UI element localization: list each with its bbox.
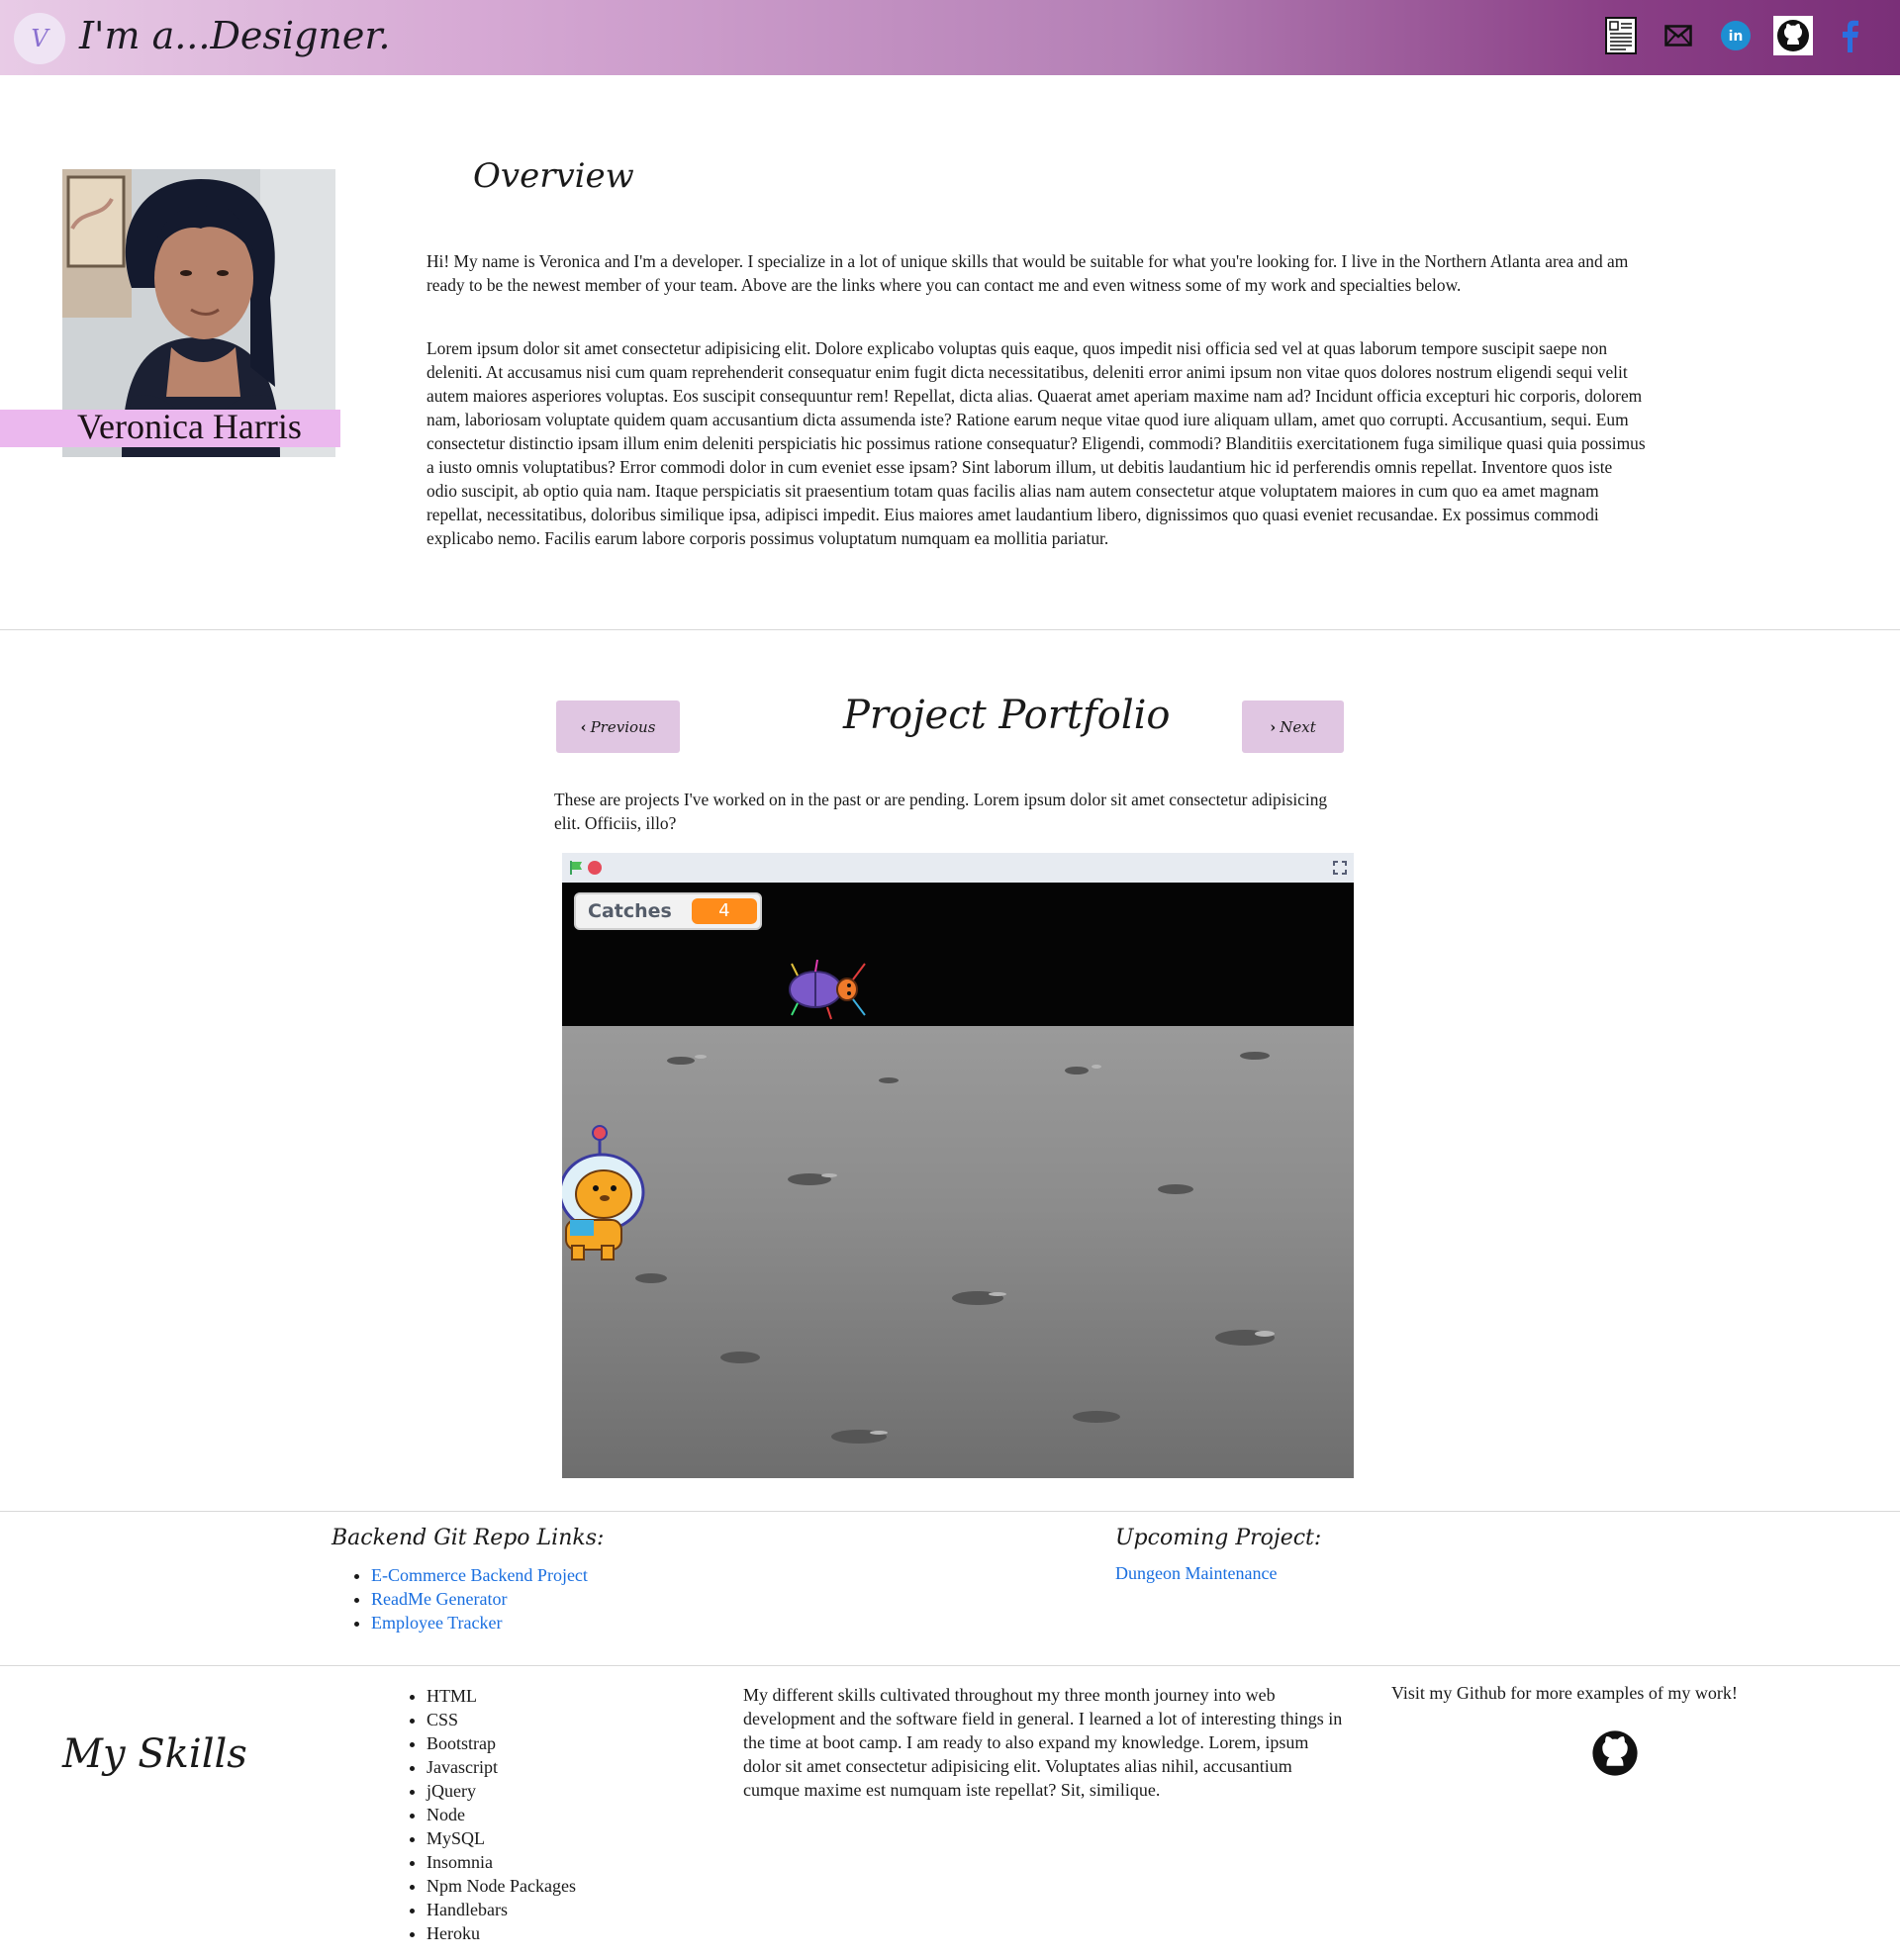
profile-name: Veronica Harris	[77, 407, 302, 446]
linkedin-icon[interactable]: in	[1716, 16, 1756, 55]
list-item: E-Commerce Backend Project	[371, 1563, 588, 1587]
list-item: Npm Node Packages	[427, 1874, 576, 1898]
game-embed[interactable]: Catches 4	[562, 853, 1354, 1478]
facebook-icon[interactable]	[1831, 16, 1870, 55]
backend-links-list: E-Commerce Backend Project ReadMe Genera…	[351, 1563, 588, 1634]
github-note: Visit my Github for more examples of my …	[1391, 1683, 1738, 1703]
portfolio-heading: Project Portfolio	[843, 693, 1171, 738]
section-divider	[0, 1665, 1900, 1666]
list-item: Insomnia	[427, 1850, 576, 1874]
resume-icon[interactable]	[1601, 16, 1641, 55]
list-item: MySQL	[427, 1826, 576, 1850]
next-label: Next	[1280, 717, 1316, 736]
game-toolbar	[562, 853, 1354, 883]
list-item: CSS	[427, 1708, 576, 1731]
skills-list: HTML CSS Bootstrap Javascript jQuery Nod…	[406, 1684, 576, 1945]
list-item: ReadMe Generator	[371, 1587, 588, 1611]
list-item: Employee Tracker	[371, 1611, 588, 1634]
section-divider	[0, 629, 1900, 630]
catches-counter: Catches 4	[574, 892, 762, 930]
list-item: Node	[427, 1803, 576, 1826]
list-item: Bootstrap	[427, 1731, 576, 1755]
next-button[interactable]: › Next	[1242, 700, 1344, 753]
overview-heading: Overview	[473, 156, 634, 196]
github-icon[interactable]	[1591, 1729, 1639, 1777]
overview-body: Lorem ipsum dolor sit amet consectetur a…	[427, 338, 1646, 548]
previous-label: Previous	[590, 717, 656, 736]
green-flag-icon[interactable]	[570, 861, 582, 875]
svg-text:in: in	[1729, 29, 1744, 45]
chevron-left-icon: ‹	[580, 717, 587, 736]
list-item: Javascript	[427, 1755, 576, 1779]
section-divider	[0, 1511, 1900, 1512]
portfolio-description: These are projects I've worked on in the…	[554, 790, 1328, 833]
backend-links-heading: Backend Git Repo Links:	[332, 1526, 605, 1550]
mail-icon[interactable]	[1659, 16, 1698, 55]
list-item: jQuery	[427, 1779, 576, 1803]
ecommerce-backend-link[interactable]: E-Commerce Backend Project	[371, 1565, 588, 1585]
upcoming-project-heading: Upcoming Project:	[1115, 1526, 1322, 1550]
employee-tracker-link[interactable]: Employee Tracker	[371, 1613, 502, 1633]
previous-button[interactable]: ‹ Previous	[556, 700, 680, 753]
site-brand-title: I'm a...Designer.	[79, 14, 391, 57]
fullscreen-icon[interactable]	[1332, 860, 1348, 876]
site-logo[interactable]: V	[14, 13, 65, 64]
skills-description: My different skills cultivated throughou…	[743, 1685, 1343, 1800]
list-item: Heroku	[427, 1921, 576, 1945]
readme-generator-link[interactable]: ReadMe Generator	[371, 1589, 507, 1609]
github-icon[interactable]	[1773, 16, 1813, 55]
overview-intro: Hi! My name is Veronica and I'm a develo…	[427, 251, 1629, 295]
social-links: in	[1601, 16, 1870, 55]
list-item: Handlebars	[427, 1898, 576, 1921]
dungeon-maintenance-link[interactable]: Dungeon Maintenance	[1115, 1563, 1277, 1584]
skills-heading: My Skills	[62, 1731, 247, 1777]
game-stage[interactable]: Catches 4	[562, 883, 1354, 1478]
top-navbar: V I'm a...Designer. in	[0, 0, 1900, 75]
list-item: HTML	[427, 1684, 576, 1708]
counter-label: Catches	[588, 900, 672, 922]
stop-icon[interactable]	[588, 861, 602, 875]
chevron-right-icon: ›	[1270, 717, 1277, 736]
counter-value: 4	[691, 898, 757, 924]
